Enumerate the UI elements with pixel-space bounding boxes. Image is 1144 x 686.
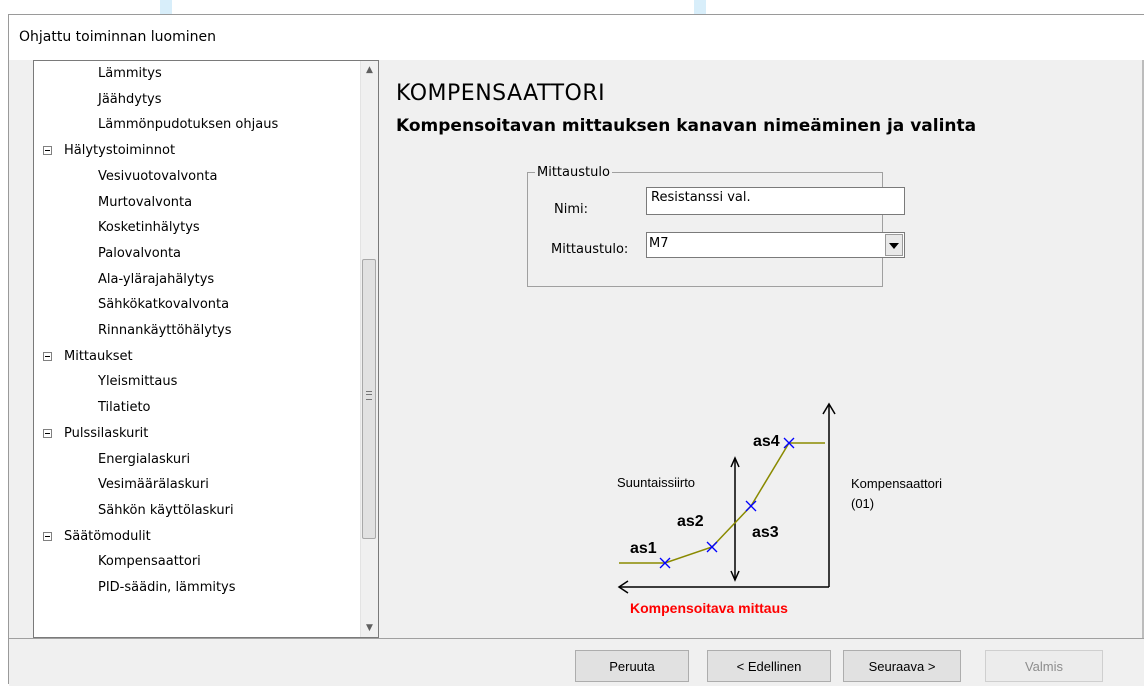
curve-points bbox=[659, 437, 795, 569]
tree-item-label: Mittaukset bbox=[64, 348, 133, 364]
tree-item-label: Sähkön käyttölaskuri bbox=[98, 502, 234, 518]
tree-item-label: Säätömodulit bbox=[64, 528, 151, 544]
tree-item-label: Lämmönpudotuksen ohjaus bbox=[98, 117, 279, 133]
tree-item[interactable]: Kompensaattori bbox=[98, 550, 201, 574]
previous-button[interactable]: < Edellinen bbox=[707, 650, 831, 682]
compensation-diagram: as1 as2 as3 as4 Suuntaissiirto Kompensaa… bbox=[617, 402, 942, 616]
tree-item-label: Kompensaattori bbox=[98, 554, 201, 570]
tree-item-label: Sähkökatkovalvonta bbox=[98, 297, 230, 313]
tree-item-label: Energialaskuri bbox=[98, 451, 191, 467]
tree-item[interactable]: Tilatieto bbox=[98, 396, 151, 420]
tree-item-label: PID-säädin, lämmitys bbox=[98, 580, 236, 595]
scroll-up-icon[interactable]: ▲ bbox=[361, 61, 378, 79]
compensated-measure-label: Kompensoitava mittaus bbox=[630, 600, 788, 616]
tree-item-label: Ala-ylärajahälytys bbox=[98, 271, 215, 287]
button-bar: Peruuta < Edellinen Seuraava > Valmis bbox=[9, 638, 1144, 686]
tree-item-label: Jäähdytys bbox=[98, 91, 162, 107]
cancel-button[interactable]: Peruuta bbox=[575, 650, 689, 682]
tree-item[interactable]: Palovalvonta bbox=[98, 242, 181, 266]
point-as1-label: as1 bbox=[630, 540, 657, 557]
finish-button[interactable]: Valmis bbox=[985, 650, 1103, 682]
tree-item-label: Rinnankäyttöhälytys bbox=[98, 323, 232, 338]
tree-item[interactable]: Vesivuotovalvonta bbox=[98, 165, 217, 189]
point-as2-icon bbox=[706, 541, 718, 553]
point-as4-label: as4 bbox=[753, 433, 780, 450]
tree-item[interactable]: Rinnankäyttöhälytys bbox=[98, 319, 232, 343]
tree-group[interactable]: Säätömodulit bbox=[43, 525, 151, 549]
content-panel: KOMPENSAATTORI Kompensoitavan mittauksen… bbox=[379, 60, 1144, 638]
tree-item[interactable]: Vesimäärälaskuri bbox=[98, 473, 209, 497]
tree-item[interactable]: PID-säädin, lämmitys bbox=[98, 576, 236, 600]
background-strip-mid bbox=[694, 0, 706, 14]
grip-icon bbox=[366, 391, 372, 400]
tree-item-label: Pulssilaskurit bbox=[64, 425, 149, 441]
collapse-icon[interactable] bbox=[43, 351, 52, 361]
window-title: Ohjattu toiminnan luominen bbox=[19, 29, 216, 45]
function-tree[interactable]: Lämmitys Jäähdytys Lämmönpudotuksen ohjaus… bbox=[33, 60, 379, 638]
tree-item[interactable]: Ala-ylärajahälytys bbox=[98, 268, 214, 292]
tree-group[interactable]: Mittaukset bbox=[43, 345, 133, 369]
tree-item-label: Palovalvonta bbox=[98, 245, 182, 261]
vertical-scrollbar[interactable]: ▲ ▼ bbox=[360, 61, 378, 637]
tree-item[interactable]: Lämmönpudotuksen ohjaus bbox=[98, 113, 278, 137]
collapse-icon[interactable] bbox=[43, 146, 52, 156]
scroll-down-icon[interactable]: ▼ bbox=[361, 619, 378, 637]
tree-item-label: Hälytystoiminnot bbox=[64, 143, 176, 159]
background-strip-left bbox=[160, 0, 172, 14]
tree-item[interactable]: Sähkön käyttölaskuri bbox=[98, 499, 234, 523]
collapse-icon[interactable] bbox=[43, 531, 52, 541]
point-as2-label: as2 bbox=[677, 513, 704, 530]
tree-item[interactable]: Murtovalvonta bbox=[98, 191, 192, 215]
tree-item-label: Murtovalvonta bbox=[98, 194, 193, 210]
tree-item-label: Yleismittaus bbox=[98, 374, 178, 390]
tree-item[interactable]: Lämmitys bbox=[98, 62, 162, 86]
point-as3-icon bbox=[745, 500, 757, 512]
offset-label: Suuntaissiirto bbox=[617, 475, 695, 490]
tree-item[interactable]: Sähkökatkovalvonta bbox=[98, 293, 229, 317]
title-bar: Ohjattu toiminnan luominen bbox=[9, 15, 1144, 60]
tree-item[interactable]: Jäähdytys bbox=[98, 88, 162, 112]
next-button[interactable]: Seuraava > bbox=[843, 650, 961, 682]
tree-item-label: Tilatieto bbox=[98, 400, 151, 416]
point-as3-label: as3 bbox=[752, 524, 779, 541]
compensator-channel-label: (01) bbox=[851, 496, 874, 511]
tree-item[interactable]: Yleismittaus bbox=[98, 370, 177, 394]
tree-item-label: Kosketinhälytys bbox=[98, 220, 200, 236]
compensator-label: Kompensaattori bbox=[851, 476, 942, 491]
tree-item[interactable]: Kosketinhälytys bbox=[98, 216, 200, 240]
collapse-icon[interactable] bbox=[43, 428, 52, 438]
wizard-window: Ohjattu toiminnan luominen Lämmitys Jäähd… bbox=[8, 14, 1144, 686]
tree-group[interactable]: Hälytystoiminnot bbox=[43, 139, 176, 163]
tree-group[interactable]: Pulssilaskurit bbox=[43, 422, 149, 446]
tree-item-label: Vesivuotovalvonta bbox=[98, 168, 218, 184]
scroll-thumb[interactable] bbox=[362, 259, 376, 539]
tree-item-label: Vesimäärälaskuri bbox=[98, 477, 209, 493]
tree-item[interactable]: Energialaskuri bbox=[98, 448, 190, 472]
tree-item-label: Lämmitys bbox=[98, 66, 162, 81]
